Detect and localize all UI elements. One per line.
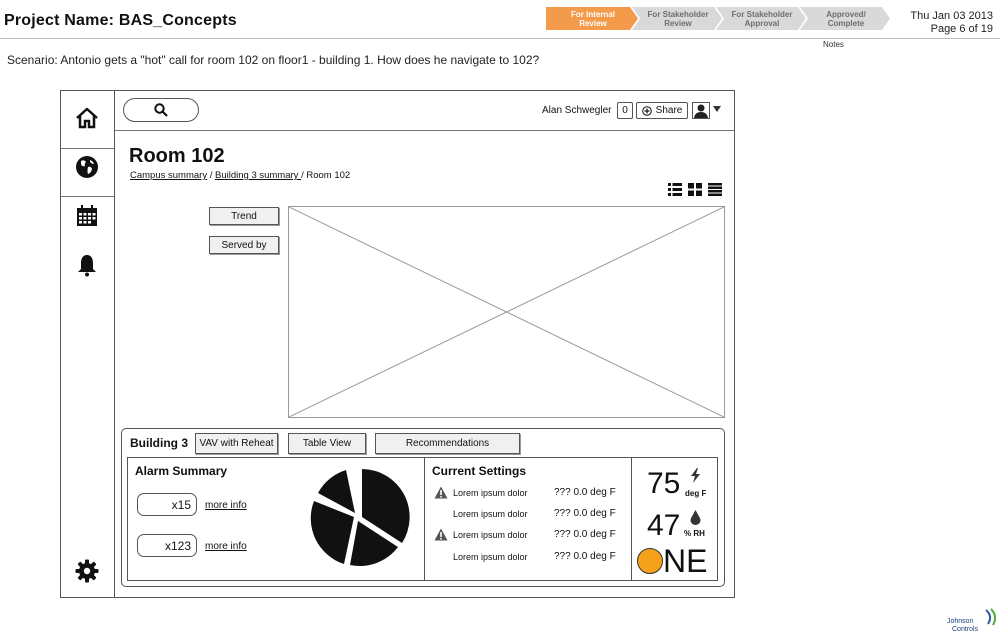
setting-value: ??? 0.0 deg F	[554, 529, 616, 540]
logo-line-2: Controls	[952, 626, 979, 633]
view-toggle-group	[668, 183, 722, 196]
sidebar-divider	[61, 196, 114, 197]
search-input[interactable]	[123, 98, 199, 122]
setting-value: ??? 0.0 deg F	[554, 487, 616, 498]
share-label: Share	[655, 105, 683, 116]
trend-button[interactable]: Trend	[209, 207, 279, 225]
logo-line-1: Johnson	[947, 618, 974, 625]
breadcrumb-campus-link[interactable]: Campus summary	[130, 170, 207, 181]
scenario-text: Scenario: Antonio gets a "hot" call for …	[7, 53, 540, 67]
date-page-info: Thu Jan 03 2013 Page 6 of 19	[910, 10, 993, 36]
gear-icon[interactable]	[72, 556, 102, 586]
header-divider	[0, 38, 1000, 39]
lightning-icon	[691, 468, 700, 483]
alarm-more-info-link[interactable]: more info	[205, 500, 247, 511]
building-panel: Building 3 VAV with Reheat Table View Re…	[121, 428, 725, 587]
breadcrumb: Campus summary / Building 3 summary / Ro…	[130, 170, 350, 181]
notes-label: Notes	[823, 40, 844, 49]
temperature-unit: deg F	[685, 489, 707, 498]
tab-recommendations[interactable]: Recommendations	[375, 433, 520, 454]
user-menu-caret-icon[interactable]	[713, 106, 721, 112]
current-settings-title: Current Settings	[432, 464, 527, 478]
compact-list-icon[interactable]	[708, 183, 722, 196]
alarm-summary-title: Alarm Summary	[135, 464, 228, 478]
search-icon	[154, 103, 168, 117]
page-number: Page 6 of 19	[930, 23, 993, 35]
building-details: Alarm Summary x15 more info x123 more in…	[127, 457, 718, 581]
section-divider	[424, 458, 425, 580]
breadcrumb-separator: /	[301, 170, 304, 181]
warning-icon	[434, 486, 448, 499]
setting-label: Lorem ipsum dolor	[453, 488, 528, 498]
company-logo: Johnson Controls	[946, 608, 998, 634]
page-title: Room 102	[129, 145, 225, 167]
setting-label: Lorem ipsum dolor	[453, 530, 528, 540]
water-drop-icon	[690, 510, 701, 525]
review-process-steps: For Internal Review For Stakeholder Revi…	[546, 7, 884, 30]
setting-label: Lorem ipsum dolor	[453, 552, 528, 562]
breadcrumb-building-link[interactable]: Building 3 summary	[215, 170, 301, 181]
alarm-count-badge: x15	[137, 493, 197, 516]
home-icon[interactable]	[72, 103, 102, 133]
notification-count[interactable]: 0	[617, 102, 633, 119]
wind-direction: NE	[663, 543, 708, 579]
sidebar	[61, 91, 115, 597]
section-divider	[631, 458, 632, 580]
placeholder-cross	[289, 207, 724, 417]
tab-vav-with-reheat[interactable]: VAV with Reheat	[195, 433, 278, 454]
step-internal-review: For Internal Review	[546, 7, 638, 30]
breadcrumb-separator: /	[209, 170, 213, 181]
served-by-button[interactable]: Served by	[209, 236, 279, 254]
globe-icon[interactable]	[72, 152, 102, 182]
alarm-count-badge: x123	[137, 534, 197, 557]
project-title: Project Name: BAS_Concepts	[4, 12, 237, 29]
sidebar-divider	[61, 148, 114, 149]
image-placeholder	[288, 206, 725, 418]
outdoor-temperature: 75	[647, 467, 681, 500]
top-bar: Alan Schwegler 0 Share	[115, 91, 734, 131]
alarm-more-info-link[interactable]: more info	[205, 541, 247, 552]
outdoor-humidity: 47	[647, 509, 681, 542]
setting-value: ??? 0.0 deg F	[554, 508, 616, 519]
setting-label: Lorem ipsum dolor	[453, 509, 528, 519]
list-view-icon[interactable]	[668, 183, 682, 196]
humidity-unit: % RH	[684, 529, 705, 538]
breadcrumb-current: Room 102	[306, 170, 351, 181]
user-name: Alan Schwegler	[542, 105, 612, 116]
sun-icon	[637, 548, 663, 574]
building-label: Building 3	[130, 436, 188, 450]
user-avatar-icon	[694, 104, 708, 118]
step-approved-complete: Approved/ Complete	[800, 7, 890, 30]
tab-table-view[interactable]: Table View	[288, 433, 366, 454]
bell-icon[interactable]	[72, 250, 102, 280]
share-button[interactable]: Share	[636, 102, 688, 119]
app-frame: Alan Schwegler 0 Share Room 102 Campus s…	[60, 90, 735, 598]
avatar[interactable]	[692, 102, 710, 119]
date-text: Thu Jan 03 2013	[910, 10, 993, 22]
plus-circle-icon	[641, 105, 652, 116]
grid-view-icon[interactable]	[688, 183, 702, 196]
setting-value: ??? 0.0 deg F	[554, 551, 616, 562]
step-stakeholder-review: For Stakeholder Review	[632, 7, 722, 30]
alarm-pie-chart-icon	[310, 469, 410, 567]
warning-icon	[434, 528, 448, 541]
step-stakeholder-approval: For Stakeholder Approval	[716, 7, 806, 30]
calendar-icon[interactable]	[72, 201, 102, 231]
